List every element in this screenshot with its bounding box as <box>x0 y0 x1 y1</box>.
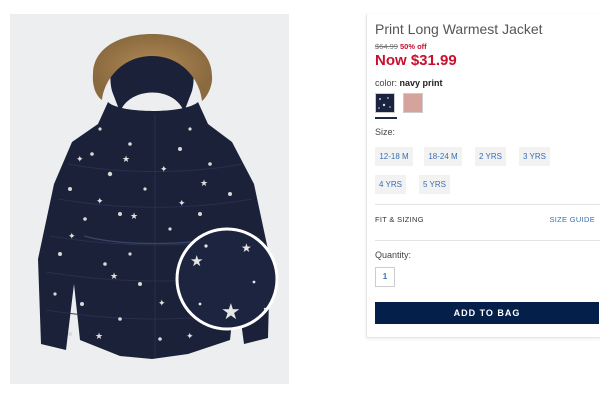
svg-text:✦: ✦ <box>178 199 186 209</box>
product-details-panel: Print Long Warmest Jacket $64.99 50% off… <box>366 14 600 338</box>
size-option-18-24m[interactable]: 18-24 M <box>424 147 462 166</box>
svg-text:✦: ✦ <box>158 299 166 309</box>
selected-color-name: navy print <box>399 78 443 88</box>
quantity-input[interactable]: 1 <box>375 267 395 287</box>
svg-text:✦: ✦ <box>76 155 84 165</box>
sale-price: Now $31.99 <box>375 52 457 69</box>
svg-text:★: ★ <box>200 179 208 189</box>
discount-badge: 50% off <box>400 42 427 51</box>
size-option-3yrs[interactable]: 3 YRS <box>519 147 550 166</box>
product-image: ✦ ★ ✦ ★ ✦ ✦ ★ ✦ ★ ✦ ★ ✦ ★ ★ ★ <box>10 14 289 384</box>
svg-text:✦: ✦ <box>68 232 76 242</box>
svg-text:★: ★ <box>110 272 118 282</box>
divider <box>375 240 600 241</box>
size-option-12-18m[interactable]: 12-18 M <box>375 147 413 166</box>
svg-text:★: ★ <box>190 252 203 270</box>
size-option-5yrs[interactable]: 5 YRS <box>419 175 450 194</box>
svg-text:✦: ✦ <box>186 332 194 342</box>
add-to-bag-button[interactable]: ADD TO BAG <box>375 302 599 324</box>
selected-swatch-indicator <box>375 117 397 119</box>
svg-text:★: ★ <box>241 241 252 255</box>
divider <box>375 204 600 205</box>
color-label: color: <box>375 78 398 88</box>
svg-text:★: ★ <box>122 155 130 165</box>
quantity-label: Quantity: <box>375 250 412 260</box>
size-option-2yrs[interactable]: 2 YRS <box>475 147 506 166</box>
swatch-navy-print[interactable] <box>375 93 395 113</box>
fit-sizing-label: FIT & SIZING <box>375 215 424 224</box>
size-guide-link[interactable]: SIZE GUIDE <box>549 215 595 224</box>
svg-text:★: ★ <box>221 300 241 325</box>
svg-text:★: ★ <box>130 212 138 222</box>
swatch-pink[interactable] <box>403 93 423 113</box>
svg-text:★: ★ <box>95 332 103 342</box>
color-label-row: color: navy print <box>375 78 443 88</box>
product-title: Print Long Warmest Jacket <box>375 21 543 37</box>
svg-text:✦: ✦ <box>160 165 168 175</box>
size-label: Size: <box>375 127 396 137</box>
original-price: $64.99 <box>375 42 398 51</box>
svg-text:✦: ✦ <box>96 197 104 207</box>
size-option-4yrs[interactable]: 4 YRS <box>375 175 406 194</box>
star-print-icon <box>378 97 391 109</box>
